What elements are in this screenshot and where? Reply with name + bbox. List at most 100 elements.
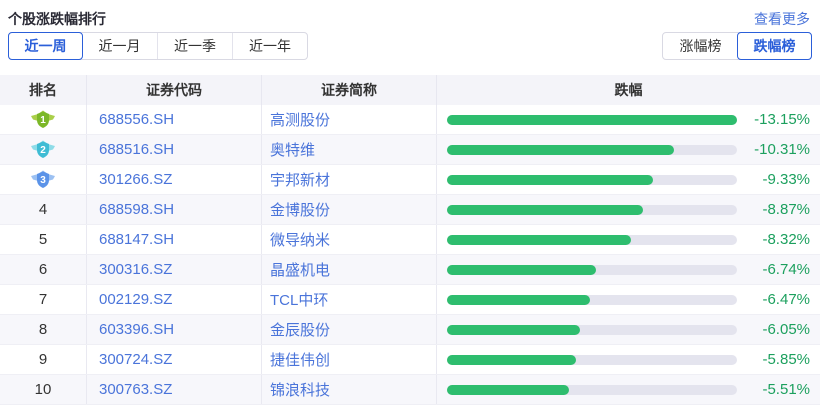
change-percent: -8.87% [737,201,810,218]
change-percent: -8.32% [737,231,810,248]
rank-number: 8 [39,321,47,338]
table-row: 6 300316.SZ 晶盛机电 -6.74% [0,255,820,285]
tab-losers[interactable]: 跌幅榜 [737,32,812,60]
rank-cell: 10 [0,375,87,404]
name-cell: TCL中环 [262,285,437,314]
name-cell: 宇邦新材 [262,165,437,194]
code-cell: 688516.SH [87,135,262,164]
stock-code-link[interactable]: 603396.SH [99,321,174,338]
view-more-link[interactable]: 查看更多 [754,9,810,29]
stock-code-link[interactable]: 301266.SZ [99,171,172,188]
change-bar-fill [447,145,674,155]
stock-name-link[interactable]: 金辰股份 [270,319,330,340]
stock-name-link[interactable]: 锦浪科技 [270,379,330,400]
svg-text:2: 2 [40,145,46,156]
stock-code-link[interactable]: 688598.SH [99,201,174,218]
change-bar-track [447,205,737,215]
tab-last-month[interactable]: 近一月 [82,33,157,59]
change-bar-track [447,325,737,335]
change-bar-track [447,265,737,275]
name-cell: 锦浪科技 [262,375,437,404]
change-bar-track [447,175,737,185]
change-cell: -8.87% [437,195,820,224]
change-bar-track [447,145,737,155]
change-bar-track [447,355,737,365]
tab-last-year[interactable]: 近一年 [232,33,307,59]
stock-code-link[interactable]: 688147.SH [99,231,174,248]
stock-name-link[interactable]: 晶盛机电 [270,259,330,280]
tab-last-week[interactable]: 近一周 [8,32,83,60]
change-cell: -5.51% [437,375,820,404]
rank-cell: 5 [0,225,87,254]
change-bar-track [447,295,737,305]
name-cell: 奥特维 [262,135,437,164]
stock-code-link[interactable]: 300724.SZ [99,351,172,368]
change-cell: -5.85% [437,345,820,374]
code-cell: 300763.SZ [87,375,262,404]
rank-cell: 8 [0,315,87,344]
rank-cell: 9 [0,345,87,374]
change-cell: -6.05% [437,315,820,344]
table-row: 9 300724.SZ 捷佳伟创 -5.85% [0,345,820,375]
svg-text:3: 3 [40,175,46,186]
change-cell: -10.31% [437,135,820,164]
stock-code-link[interactable]: 300316.SZ [99,261,172,278]
table-row: 4688598.SH金博股份-8.87% [0,195,820,225]
change-cell: -6.74% [437,255,820,284]
change-bar-fill [447,235,631,245]
stock-name-link[interactable]: TCL中环 [270,289,328,310]
rank-number: 10 [35,381,52,398]
change-cell: -8.32% [437,225,820,254]
code-cell: 301266.SZ [87,165,262,194]
rank-cell: 7 [0,285,87,314]
change-percent: -5.51% [737,381,810,398]
stock-ranking-panel: 个股涨跌幅排行 查看更多 近一周 近一月 近一季 近一年 涨幅榜 跌幅榜 排名 … [0,0,820,405]
change-cell: -9.33% [437,165,820,194]
name-cell: 高测股份 [262,105,437,134]
change-percent: -13.15% [737,111,810,128]
rank-number: 7 [39,291,47,308]
change-percent: -6.74% [737,261,810,278]
stock-code-link[interactable]: 688556.SH [99,111,174,128]
change-bar-fill [447,325,580,335]
table-header-row: 排名 证券代码 证券简称 跌幅 [0,75,820,105]
change-cell: -13.15% [437,105,820,134]
stock-name-link[interactable]: 高测股份 [270,109,330,130]
panel-header: 个股涨跌幅排行 查看更多 [0,0,820,29]
page-title: 个股涨跌幅排行 [8,9,106,29]
ranking-table: 排名 证券代码 证券简称 跌幅 1688556.SH高测股份-13.15%268… [0,75,820,405]
svg-text:1: 1 [40,115,46,126]
rank-number: 5 [39,231,47,248]
stock-name-link[interactable]: 宇邦新材 [270,169,330,190]
table-row: 1 688556.SH 高测股份 -13.15% [0,105,820,135]
col-header-rank: 排名 [0,75,87,105]
code-cell: 603396.SH [87,315,262,344]
change-bar-fill [447,115,737,125]
change-bar-fill [447,265,596,275]
name-cell: 晶盛机电 [262,255,437,284]
table-row: 10 300763.SZ 锦浪科技 -5.51% [0,375,820,405]
table-body: 1 688556.SH 高测股份 -13.15% 2 688516.SH 奥特维 -10.31… [0,105,820,405]
stock-name-link[interactable]: 金博股份 [270,199,330,220]
stock-code-link[interactable]: 688516.SH [99,141,174,158]
period-tab-group: 近一周 近一月 近一季 近一年 [8,32,308,60]
stock-code-link[interactable]: 300763.SZ [99,381,172,398]
change-bar-fill [447,355,576,365]
tab-last-quarter[interactable]: 近一季 [157,33,232,59]
rank-number: 6 [39,261,47,278]
board-tab-group: 涨幅榜 跌幅榜 [662,32,812,60]
tab-gainers[interactable]: 涨幅榜 [663,33,738,59]
change-bar-fill [447,175,653,185]
stock-name-link[interactable]: 微导纳米 [270,229,330,250]
stock-name-link[interactable]: 捷佳伟创 [270,349,330,370]
table-row: 7 002129.SZ TCL中环 -6.47% [0,285,820,315]
code-cell: 300724.SZ [87,345,262,374]
rank-cell: 2 [0,135,87,164]
rank-cell: 1 [0,105,87,134]
change-bar-fill [447,295,590,305]
change-percent: -6.47% [737,291,810,308]
stock-code-link[interactable]: 002129.SZ [99,291,172,308]
rank-number: 9 [39,351,47,368]
rank-1-medal-icon: 1 [30,110,56,129]
stock-name-link[interactable]: 奥特维 [270,139,315,160]
